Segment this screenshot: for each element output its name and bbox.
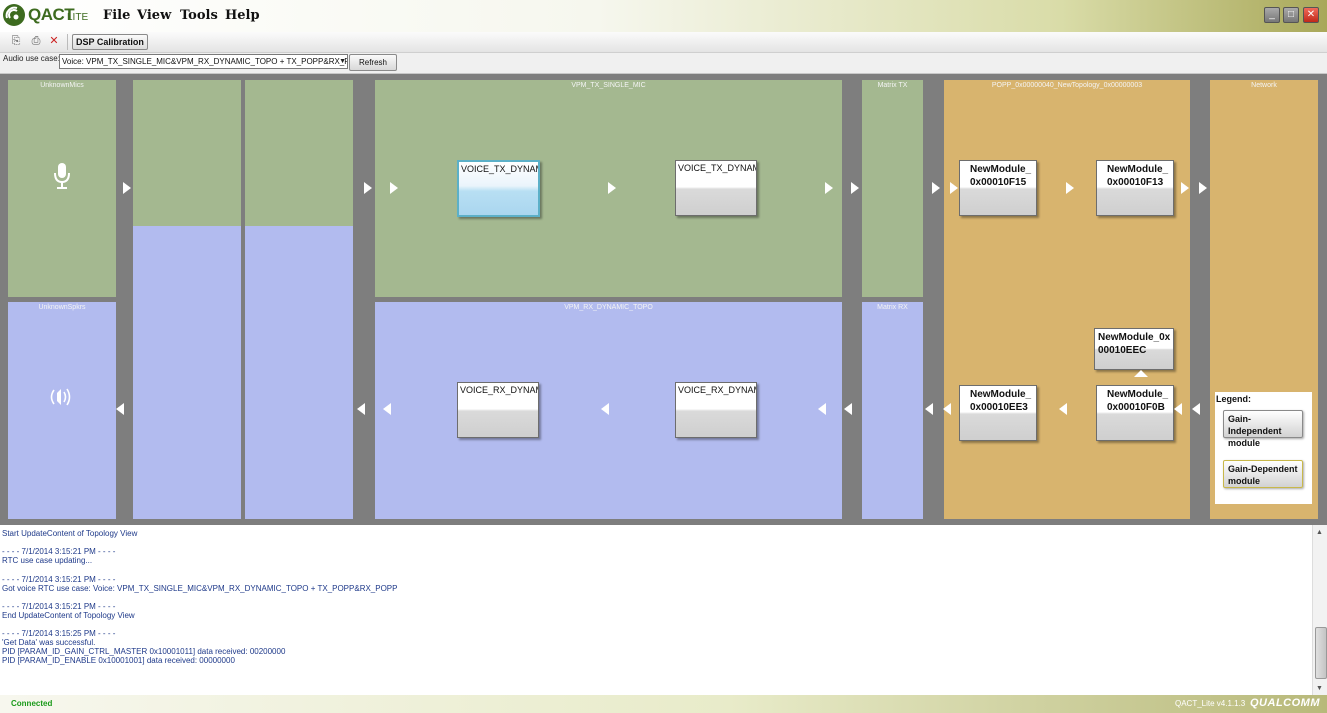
- arrow-left-icon: [818, 403, 826, 415]
- panel-title: Network: [1251, 82, 1277, 89]
- app-edition: LITE: [67, 12, 89, 23]
- popp-panel[interactable]: POPP_0x00000040_NewTopology_0x00000003 N…: [944, 80, 1190, 519]
- legend-gain-independent: Gain-Independent module: [1223, 410, 1303, 448]
- usecase-row: Audio use case: Voice: VPM_TX_SINGLE_MIC…: [0, 53, 1327, 72]
- scroll-thumb[interactable]: [1315, 627, 1327, 679]
- toolbar: ⎘ ⎙ ✕ DSP Calibration: [0, 32, 1327, 53]
- log-line: RTC use case updating...: [2, 556, 93, 566]
- arrow-right-icon: [851, 182, 859, 194]
- arrow-left-icon: [601, 403, 609, 415]
- panel-title: UnknownMics: [40, 82, 84, 89]
- close-button[interactable]: ✕: [1303, 7, 1319, 23]
- menu-help[interactable]: Help: [225, 8, 260, 23]
- menu-view[interactable]: View: [137, 8, 171, 23]
- log-line: - - - - 7/1/2014 3:15:25 PM - - - -: [2, 629, 116, 639]
- panel-title: VPM_RX_DYNAMIC_TOPO: [564, 304, 653, 311]
- voice-rx-module-1[interactable]: VOICE_RX_DYNAMIC: [457, 382, 539, 438]
- arrow-right-icon: [1181, 182, 1189, 194]
- usecase-select[interactable]: Voice: VPM_TX_SINGLE_MIC&VPM_RX_DYNAMIC_…: [59, 54, 348, 69]
- title-bar: QACT LITE File View Tools Help _ □ ✕: [0, 0, 1327, 32]
- disconnect-icon[interactable]: ⎙: [29, 35, 43, 48]
- scroll-up-icon[interactable]: ▲: [1316, 529, 1323, 536]
- dropdown-arrow-icon[interactable]: ▼: [339, 55, 346, 68]
- qact-logo-icon: [3, 4, 25, 26]
- legend-title: Legend:: [1216, 394, 1251, 404]
- panel-title: UnknownSpkrs: [38, 304, 86, 311]
- log-line: PID [PARAM_ID_ENABLE 0x10001001] data re…: [2, 656, 235, 666]
- arrow-up-icon: [1134, 370, 1148, 377]
- panel-title: VPM_TX_SINGLE_MIC: [571, 82, 646, 89]
- usecase-label: Audio use case:: [3, 54, 60, 63]
- maximize-button[interactable]: □: [1283, 7, 1299, 23]
- panel-title: Matrix TX: [877, 82, 908, 89]
- panel-title: POPP_0x00000040_NewTopology_0x00000003: [991, 82, 1143, 89]
- version-label: QACT_Lite v4.1.1.3: [1175, 699, 1246, 708]
- menu-file[interactable]: File: [103, 8, 130, 23]
- popp-tx-module-1[interactable]: NewModule_0x00010F15: [959, 160, 1037, 216]
- toolbar-separator: [67, 34, 68, 50]
- tx-device-panel-2[interactable]: [245, 80, 353, 226]
- popp-mid-module[interactable]: NewModule_0x00010EEC: [1094, 328, 1174, 370]
- topology-view: UnknownMics UnknownSpkrs VPM_TX_SINGLE_M…: [0, 73, 1327, 526]
- connection-status: Connected: [11, 699, 53, 708]
- arrow-right-icon: [1199, 182, 1207, 194]
- arrow-right-icon: [390, 182, 398, 194]
- arrow-left-icon: [357, 403, 365, 415]
- voice-tx-module-1[interactable]: VOICE_TX_DYNAMIC_: [457, 160, 540, 217]
- log-line: - - - - 7/1/2014 3:15:21 PM - - - -: [2, 601, 116, 611]
- connect-icon[interactable]: ⎘: [9, 35, 23, 48]
- matrix-tx-panel[interactable]: Matrix TX: [862, 80, 923, 297]
- tx-device-panel-1[interactable]: [133, 80, 241, 226]
- legend-gain-dependent: Gain-Dependent module: [1223, 460, 1303, 488]
- log-line: - - - - 7/1/2014 3:15:21 PM - - - -: [2, 574, 116, 584]
- voice-rx-module-2[interactable]: VOICE_RX_DYNAMIC: [675, 382, 757, 438]
- popp-rx-module-2[interactable]: NewModule_0x00010F0B: [1096, 385, 1174, 441]
- log-line: 'Get Data' was successful.: [2, 638, 96, 648]
- rx-device-panel-2[interactable]: [245, 226, 353, 519]
- menu-tools[interactable]: Tools: [180, 8, 218, 23]
- panel-title: Matrix RX: [877, 304, 908, 311]
- rx-device-panel-1[interactable]: [133, 226, 241, 519]
- arrow-right-icon: [932, 182, 940, 194]
- status-bar: Connected QACT_Lite v4.1.1.3 QUALCOMM: [0, 695, 1327, 713]
- log-scrollbar[interactable]: ▲ ▼: [1312, 525, 1327, 695]
- arrow-left-icon: [1174, 403, 1182, 415]
- arrow-right-icon: [1066, 182, 1074, 194]
- remove-icon[interactable]: ✕: [47, 35, 61, 48]
- scroll-down-icon[interactable]: ▼: [1316, 685, 1323, 692]
- arrow-left-icon: [844, 403, 852, 415]
- arrow-left-icon: [925, 403, 933, 415]
- popp-rx-module-1[interactable]: NewModule_0x00010EE3: [959, 385, 1037, 441]
- unknown-spkrs-panel[interactable]: UnknownSpkrs: [8, 302, 116, 519]
- log-line: PID [PARAM_ID_GAIN_CTRL_MASTER 0x1000101…: [2, 647, 286, 657]
- dsp-calibration-button[interactable]: DSP Calibration: [72, 34, 148, 50]
- popp-tx-module-2[interactable]: NewModule_0x00010F13: [1096, 160, 1174, 216]
- arrow-left-icon: [116, 403, 124, 415]
- microphone-icon: [54, 163, 70, 189]
- arrow-right-icon: [825, 182, 833, 194]
- refresh-button[interactable]: Refresh: [349, 54, 397, 71]
- minimize-button[interactable]: _: [1264, 7, 1280, 23]
- log-output[interactable]: Start UpdateContent of Topology View - - …: [0, 525, 1312, 695]
- log-line: Start UpdateContent of Topology View: [2, 529, 138, 538]
- arrow-left-icon: [1059, 403, 1067, 415]
- speaker-icon: [50, 388, 71, 406]
- arrow-right-icon: [608, 182, 616, 194]
- legend: Legend: Gain-Independent module Gain-Dep…: [1215, 392, 1312, 504]
- unknown-mics-panel[interactable]: UnknownMics: [8, 80, 116, 297]
- log-line: End UpdateContent of Topology View: [2, 610, 135, 620]
- log-line: Got voice RTC use case: Voice: VPM_TX_SI…: [2, 583, 398, 593]
- arrow-right-icon: [364, 182, 372, 194]
- arrow-left-icon: [943, 403, 951, 415]
- log-line: - - - - 7/1/2014 3:15:21 PM - - - -: [2, 547, 116, 557]
- arrow-left-icon: [383, 403, 391, 415]
- arrow-left-icon: [1192, 403, 1200, 415]
- arrow-right-icon: [950, 182, 958, 194]
- usecase-value: Voice: VPM_TX_SINGLE_MIC&VPM_RX_DYNAMIC_…: [62, 57, 348, 66]
- voice-tx-module-2[interactable]: VOICE_TX_DYNAMIC_: [675, 160, 757, 216]
- matrix-rx-panel[interactable]: Matrix RX: [862, 302, 923, 519]
- brand-logo: QUALCOMM: [1250, 697, 1320, 709]
- arrow-right-icon: [123, 182, 131, 194]
